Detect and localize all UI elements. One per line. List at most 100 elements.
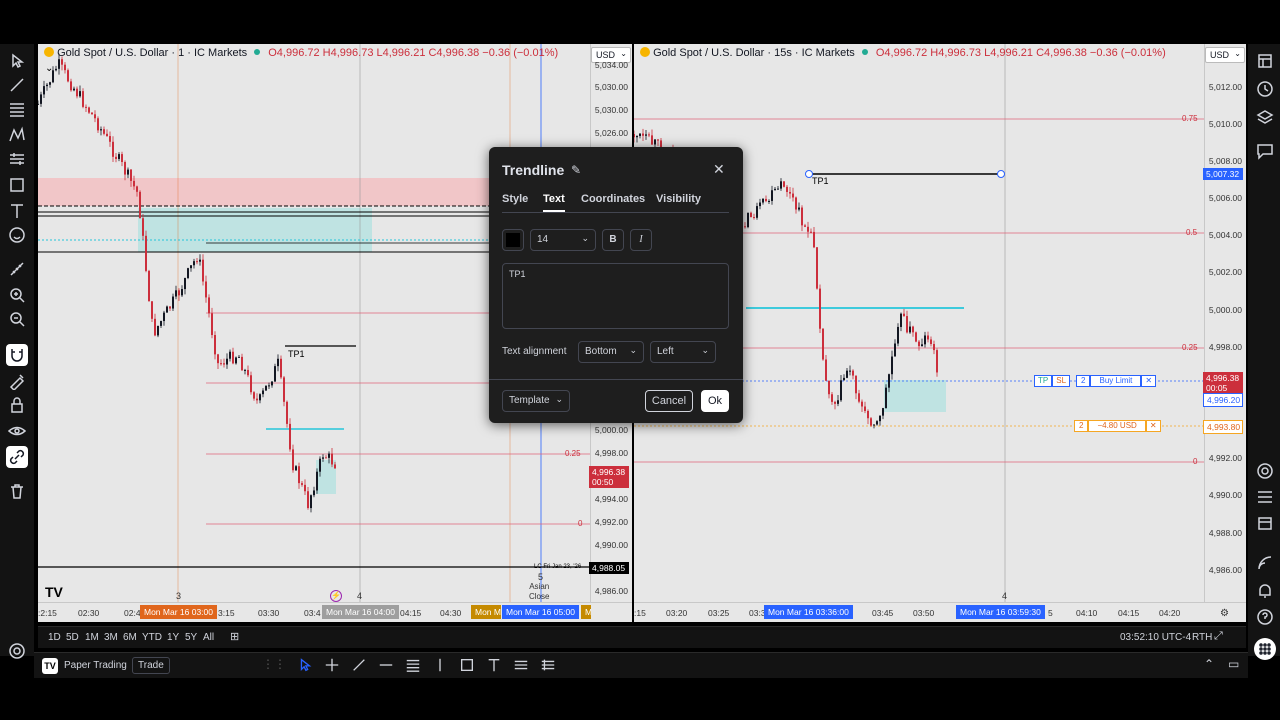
timezone-clock[interactable]: 03:52:10 UTC-4: [1120, 632, 1191, 643]
right-symbol-title[interactable]: Gold Spot / U.S. Dollar · 15s · IC Marke…: [653, 47, 855, 59]
horizontal-align-select[interactable]: Left ⌄: [650, 341, 716, 363]
collapse-chevron-icon[interactable]: ⌄: [45, 63, 53, 74]
alerts-icon[interactable]: [1254, 78, 1276, 100]
text-input[interactable]: TP1: [502, 263, 729, 329]
text-tool-icon[interactable]: [486, 657, 502, 673]
range-1y-button[interactable]: 1Y: [167, 632, 179, 643]
axis-settings-icon[interactable]: ⚙: [1220, 608, 1229, 619]
candle-body: [798, 207, 800, 210]
buy-limit-order[interactable]: TP SL 2 Buy Limit ✕: [1034, 375, 1157, 387]
order-type[interactable]: Buy Limit: [1090, 375, 1142, 387]
cursor-icon[interactable]: [6, 50, 28, 72]
link-icon[interactable]: [6, 446, 28, 468]
notification-icon[interactable]: [1254, 580, 1276, 602]
candle-body: [193, 261, 195, 266]
long-position-icon[interactable]: [513, 657, 529, 673]
magnet-icon[interactable]: [6, 344, 28, 366]
shapes-tool-icon[interactable]: [6, 174, 28, 196]
candle-body: [130, 169, 132, 181]
candle-body: [163, 312, 165, 322]
font-size-select[interactable]: 14 ⌄: [530, 229, 596, 251]
zoom-in-icon[interactable]: [6, 284, 28, 306]
right-currency-select[interactable]: USD ⌄: [1205, 47, 1245, 63]
crosshair-icon[interactable]: [324, 657, 340, 673]
order-tp-button[interactable]: TP: [1034, 375, 1053, 387]
maximize-icon[interactable]: ▭: [1228, 657, 1239, 671]
italic-button[interactable]: I: [630, 229, 652, 251]
forecast-tool-icon[interactable]: [6, 148, 28, 170]
lightning-event-icon[interactable]: ⚡: [330, 590, 342, 602]
trade-button[interactable]: Trade: [132, 657, 170, 674]
dialog-title: Trendline: [502, 162, 565, 178]
range-3m-button[interactable]: 3M: [104, 632, 118, 643]
settings-icon[interactable]: [6, 640, 28, 662]
left-ohlc: O4,996.72 H4,996.73 L4,996.21 C4,996.38 …: [268, 47, 559, 59]
tab-visibility[interactable]: Visibility: [656, 193, 701, 205]
session-button[interactable]: RTH: [1192, 632, 1212, 643]
cursor-icon[interactable]: [297, 657, 313, 673]
ruler-icon[interactable]: [6, 258, 28, 280]
chevron-up-icon[interactable]: ⌃: [1204, 657, 1214, 671]
hotlist-icon[interactable]: [1254, 486, 1276, 508]
order-qty[interactable]: 2: [1076, 375, 1091, 387]
short-position-icon[interactable]: [540, 657, 556, 673]
range-5d-button[interactable]: 5D: [66, 632, 79, 643]
range-all-button[interactable]: All: [203, 632, 214, 643]
goto-date-icon[interactable]: ⊞: [230, 630, 239, 643]
apps-icon[interactable]: [1254, 638, 1276, 660]
lock-icon[interactable]: [6, 394, 28, 416]
vertical-line-icon[interactable]: [432, 657, 448, 673]
trendline-tool-icon[interactable]: [6, 74, 28, 96]
vertical-align-select[interactable]: Bottom ⌄: [578, 341, 644, 363]
pattern-tool-icon[interactable]: [6, 124, 28, 146]
position-widget[interactable]: 2 −4.80 USD ✕: [1074, 420, 1161, 432]
candle-body: [325, 457, 327, 459]
range-ytd-button[interactable]: YTD: [142, 632, 162, 643]
help-icon[interactable]: [1254, 606, 1276, 628]
zoom-out-icon[interactable]: [6, 308, 28, 330]
horizontal-line-icon[interactable]: [378, 657, 394, 673]
right-price-axis[interactable]: USD ⌄ 5,012.00 5,010.00 5,008.00 5,006.00…: [1203, 44, 1246, 602]
calendar-icon[interactable]: [1254, 512, 1276, 534]
close-icon[interactable]: ✕: [713, 161, 725, 178]
fib-tool-icon[interactable]: [405, 657, 421, 673]
eye-icon[interactable]: [6, 420, 28, 442]
text-tool-icon[interactable]: [6, 200, 28, 222]
tab-style[interactable]: Style: [502, 193, 528, 205]
bold-button[interactable]: B: [602, 229, 624, 251]
range-1m-button[interactable]: 1M: [85, 632, 99, 643]
order-sl-button[interactable]: SL: [1052, 375, 1071, 387]
compare-icon[interactable]: ⤢: [1214, 630, 1223, 643]
template-select[interactable]: Template ⌄: [502, 390, 570, 412]
ok-button[interactable]: Ok: [701, 390, 729, 412]
tab-text[interactable]: Text: [543, 193, 565, 205]
edit-pencil-icon[interactable]: ✎: [571, 163, 581, 177]
trash-icon[interactable]: [6, 480, 28, 502]
left-symbol-title[interactable]: Gold Spot / U.S. Dollar · 1 · IC Markets: [57, 47, 247, 59]
drag-handle-icon[interactable]: ⋮⋮: [262, 657, 286, 673]
range-1d-button[interactable]: 1D: [48, 632, 61, 643]
emoji-tool-icon[interactable]: [6, 224, 28, 246]
fib-tool-icon[interactable]: [6, 98, 28, 120]
target-icon[interactable]: [1254, 460, 1276, 482]
order-close-icon[interactable]: ✕: [1141, 375, 1157, 387]
watchlist-icon[interactable]: [1254, 50, 1276, 72]
candle-body: [298, 466, 300, 484]
drawing-mode-icon[interactable]: [6, 370, 28, 392]
position-close-icon[interactable]: ✕: [1145, 420, 1161, 432]
rectangle-tool-icon[interactable]: [459, 657, 475, 673]
trendline-tool-icon[interactable]: [351, 657, 367, 673]
range-5y-button[interactable]: 5Y: [185, 632, 197, 643]
position-qty[interactable]: 2: [1074, 420, 1089, 432]
layers-icon[interactable]: [1254, 106, 1276, 128]
paper-trading-label[interactable]: Paper Trading: [64, 660, 127, 671]
left-time-axis[interactable]: :2:15 02:30 02:4 Mon Mar 16 03:00 3:15 0…: [38, 602, 632, 622]
range-6m-button[interactable]: 6M: [123, 632, 137, 643]
cancel-button[interactable]: Cancel: [645, 390, 693, 412]
candle-body: [804, 225, 806, 227]
right-time-axis[interactable]: :15 03:20 03:25 03:3 Mon Mar 16 03:36:00…: [634, 602, 1246, 622]
text-color-swatch[interactable]: [502, 229, 524, 251]
broadcast-icon[interactable]: [1254, 552, 1276, 574]
chat-icon[interactable]: [1254, 140, 1276, 162]
tab-coordinates[interactable]: Coordinates: [581, 193, 645, 205]
